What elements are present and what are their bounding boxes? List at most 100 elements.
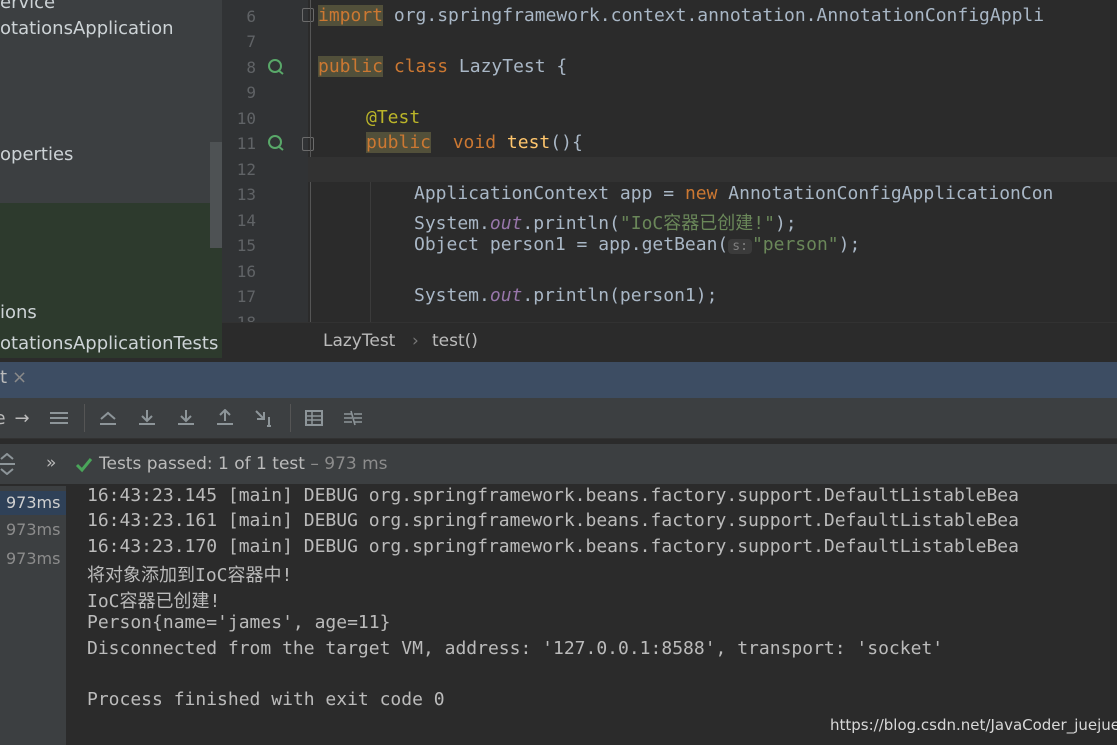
compare-icon[interactable]	[340, 405, 366, 431]
line-number: 9	[246, 83, 256, 102]
code-token: ApplicationContext app =	[414, 183, 685, 204]
code-token: LazyTest {	[448, 56, 568, 77]
code-line-6: import org.springframework.context.annot…	[318, 5, 1044, 26]
code-token: test	[506, 132, 551, 153]
test-duration[interactable]: 973ms	[6, 520, 66, 539]
console-line: 16:43:23.161 [main] DEBUG org.springfram…	[87, 510, 1019, 531]
tree-item[interactable]: ervice	[0, 0, 55, 13]
code-line-11: public void test(){	[366, 132, 583, 153]
test-timing-panel: 973ms 973ms 973ms	[0, 486, 66, 745]
toolbar-separator	[84, 404, 85, 432]
run-toolbar: e →	[0, 398, 1117, 439]
status-passed-label: Tests passed:	[99, 454, 213, 474]
code-token: "IoC容器已创建!"	[619, 213, 775, 234]
code-line-10: @Test	[366, 107, 420, 128]
run-tab-title[interactable]: t	[0, 367, 7, 388]
editor-gutter: 6 7 8 9 10 11 12 13 14 15 16 17 18	[222, 0, 314, 322]
code-token: void	[452, 132, 497, 153]
code-token: .println(	[522, 213, 620, 234]
line-number: 12	[236, 160, 256, 179]
line-number: 10	[236, 109, 256, 128]
sort-icon[interactable]	[252, 405, 278, 431]
status-time: – 973 ms	[310, 454, 388, 474]
code-token: class	[393, 56, 449, 77]
export-icon[interactable]: →	[12, 405, 32, 431]
table-icon[interactable]	[301, 405, 327, 431]
code-token: System.	[414, 285, 490, 306]
watermark: https://blog.csdn.net/JavaCoder_juejue	[830, 716, 1117, 734]
run-tab-bar	[0, 362, 1117, 398]
tree-item[interactable]: otationsApplicationTests	[0, 333, 218, 354]
tree-item[interactable]: otationsApplication	[0, 18, 174, 39]
line-number: 13	[236, 185, 256, 204]
code-line-15: Object person1 = app.getBean(s: "person")…	[414, 234, 860, 255]
download-icon[interactable]	[134, 405, 160, 431]
breadcrumb-separator: ›	[412, 331, 419, 351]
code-token: (){	[550, 132, 583, 153]
tree-item[interactable]: operties	[0, 144, 73, 165]
project-tree-panel: ervice otationsApplication operties ions…	[0, 0, 222, 358]
expand-all-icon[interactable]	[0, 451, 20, 477]
console-line: Process finished with exit code 0	[87, 689, 445, 710]
code-token: out	[489, 285, 523, 306]
console-line: IoC容器已创建!	[87, 591, 221, 612]
code-token: "person"	[751, 234, 839, 255]
fold-marker-icon[interactable]	[302, 137, 314, 151]
line-number: 8	[246, 58, 256, 77]
code-token: );	[838, 234, 861, 255]
test-status-text: Tests passed: 1 of 1 test – 973 ms	[99, 454, 388, 474]
console-line: 将对象添加到IoC容器中!	[87, 565, 293, 586]
scroll-to-end-icon[interactable]	[95, 405, 121, 431]
fold-marker-icon[interactable]	[302, 8, 314, 22]
code-token: out	[489, 213, 523, 234]
test-duration[interactable]: 973ms	[0, 491, 66, 515]
breadcrumb-class[interactable]: LazyTest	[323, 331, 395, 351]
code-line-8: public class LazyTest {	[318, 56, 567, 77]
more-icon[interactable]: »	[46, 453, 56, 473]
line-number: 6	[246, 7, 256, 26]
toolbar-label: e	[0, 405, 8, 431]
line-number: 7	[246, 32, 256, 51]
line-number: 11	[236, 134, 256, 153]
line-number: 17	[236, 287, 256, 306]
close-tab-icon[interactable]: ×	[12, 367, 27, 388]
code-token: System.	[414, 213, 490, 234]
code-token: @Test	[366, 107, 421, 128]
tree-scrollbar[interactable]	[210, 142, 222, 248]
current-line-highlight	[308, 157, 1117, 182]
toolbar-separator	[290, 404, 291, 432]
line-number: 16	[236, 262, 256, 281]
code-token: import	[318, 5, 384, 26]
test-duration[interactable]: 973ms	[6, 549, 66, 568]
line-number: 18	[222, 313, 256, 322]
line-number: 14	[236, 211, 256, 230]
code-token: Object person1 = app.getBean(	[414, 234, 729, 255]
upload-icon[interactable]	[212, 405, 238, 431]
check-icon	[75, 458, 93, 473]
download-icon[interactable]	[173, 405, 199, 431]
console-line: Person{name='james', age=11}	[87, 612, 391, 633]
console-line: 16:43:23.170 [main] DEBUG org.springfram…	[87, 536, 1019, 557]
breadcrumb-method[interactable]: test()	[432, 331, 478, 351]
console-line: Disconnected from the target VM, address…	[87, 638, 944, 659]
code-line-14: System.out.println("IoC容器已创建!");	[414, 209, 797, 235]
test-status-bar: » Tests passed: 1 of 1 test – 973 ms	[0, 444, 1117, 484]
parameter-hint: s:	[728, 239, 752, 254]
code-token: AnnotationConfigApplicationCon	[717, 183, 1054, 204]
code-line-17: System.out.println(person1);	[414, 285, 717, 306]
tree-item[interactable]: ions	[0, 302, 37, 323]
line-number: 15	[236, 236, 256, 255]
code-editor[interactable]: 6 7 8 9 10 11 12 13 14 15 16 17 18 impor…	[222, 0, 1117, 322]
code-token: );	[774, 213, 797, 234]
code-token: public	[318, 56, 384, 77]
console-line: 16:43:23.145 [main] DEBUG org.springfram…	[87, 486, 1019, 506]
run-test-icon[interactable]	[267, 58, 285, 76]
console-output[interactable]: 16:43:23.145 [main] DEBUG org.springfram…	[66, 486, 1117, 745]
run-test-icon[interactable]	[267, 134, 285, 152]
menu-lines-icon[interactable]	[46, 405, 72, 431]
status-count: 1 of 1 test	[218, 454, 305, 474]
code-token: public	[366, 132, 432, 153]
code-token: new	[684, 183, 718, 204]
breadcrumb: LazyTest › test()	[222, 322, 1117, 359]
code-line-13: ApplicationContext app = new AnnotationC…	[414, 183, 1053, 204]
